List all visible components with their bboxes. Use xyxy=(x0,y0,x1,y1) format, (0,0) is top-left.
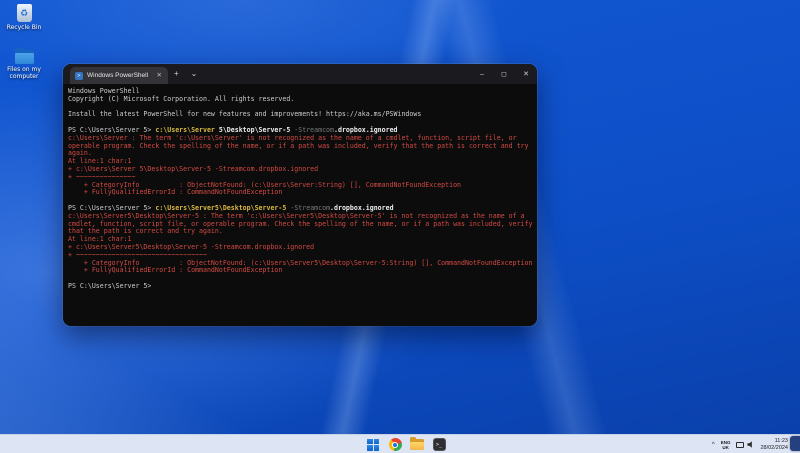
tab-close-icon[interactable]: ✕ xyxy=(156,71,163,81)
taskbar-item-file-explorer[interactable] xyxy=(410,437,424,452)
tab-dropdown-icon[interactable]: ⌄ xyxy=(185,64,204,84)
terminal-line: PS C:\Users\Server 5> xyxy=(68,281,152,290)
terminal-line: that the path is correct and try again. xyxy=(68,227,223,236)
language-line2: UK xyxy=(722,444,729,450)
desktop-icon-recycle-bin[interactable]: ♻ Recycle Bin xyxy=(1,4,47,31)
folder-icon xyxy=(410,437,424,450)
language-indicator[interactable]: ENG UK xyxy=(721,440,731,450)
terminal-line: again. xyxy=(68,149,92,158)
clock[interactable]: 11:23 28/02/2024 xyxy=(760,438,788,451)
terminal-line: operable program. Check the spelling of … xyxy=(68,141,529,150)
desktop: ♻ Recycle Bin Files on my computer > Win… xyxy=(0,0,800,453)
folder-icon xyxy=(14,48,34,64)
chrome-icon xyxy=(388,438,402,451)
taskbar-item-terminal[interactable]: >_ xyxy=(432,438,446,452)
terminal-line: + c:\Users\Server 5\Desktop\Server-5 -St… xyxy=(68,164,319,173)
window-controls: – ◻ ✕ xyxy=(471,64,537,84)
notification-badge[interactable] xyxy=(790,436,800,451)
start-button[interactable] xyxy=(366,438,380,452)
window-titlebar[interactable]: > Windows PowerShell ✕ + ⌄ – ◻ ✕ xyxy=(63,64,537,84)
maximize-button[interactable]: ◻ xyxy=(493,64,515,84)
desktop-icon-label: Recycle Bin xyxy=(6,24,42,31)
taskbar-item-chrome[interactable] xyxy=(388,438,402,452)
powershell-icon: > xyxy=(75,71,83,80)
windows-logo-icon xyxy=(367,438,379,451)
taskbar-center: >_ xyxy=(366,435,446,453)
close-button[interactable]: ✕ xyxy=(515,64,537,84)
tab-windows-powershell[interactable]: > Windows PowerShell ✕ xyxy=(70,67,168,84)
recycle-bin-icon: ♻ xyxy=(16,4,32,22)
terminal-line: Install the latest PowerShell for new fe… xyxy=(68,110,422,119)
terminal-icon: >_ xyxy=(432,438,446,451)
tray-chevron-icon[interactable]: ^ xyxy=(712,442,715,448)
quick-settings[interactable] xyxy=(736,441,754,448)
terminal-output[interactable]: Windows PowerShell Copyright (C) Microsof… xyxy=(63,84,537,291)
system-tray: ^ ENG UK 11:23 28/02/2024 xyxy=(712,435,788,453)
new-tab-button[interactable]: + xyxy=(168,64,185,84)
minimize-button[interactable]: – xyxy=(471,64,493,84)
powershell-window: > Windows PowerShell ✕ + ⌄ – ◻ ✕ Windows… xyxy=(63,64,537,326)
taskbar: >_ ^ ENG UK 11:23 28/02/2024 xyxy=(0,434,800,453)
tab-title: Windows PowerShell xyxy=(87,72,149,79)
terminal-line: + FullyQualifiedErrorId : CommandNotFoun… xyxy=(68,266,283,275)
date-text: 28/02/2024 xyxy=(760,444,788,451)
desktop-icon-label: Files on my computer xyxy=(7,66,41,80)
volume-icon xyxy=(747,441,752,448)
desktop-icon-files-on-my-computer[interactable]: Files on my computer xyxy=(1,47,47,80)
terminal-line: + FullyQualifiedErrorId : CommandNotFoun… xyxy=(68,188,283,197)
network-icon xyxy=(736,441,745,448)
terminal-line: Copyright (C) Microsoft Corporation. All… xyxy=(68,94,295,103)
